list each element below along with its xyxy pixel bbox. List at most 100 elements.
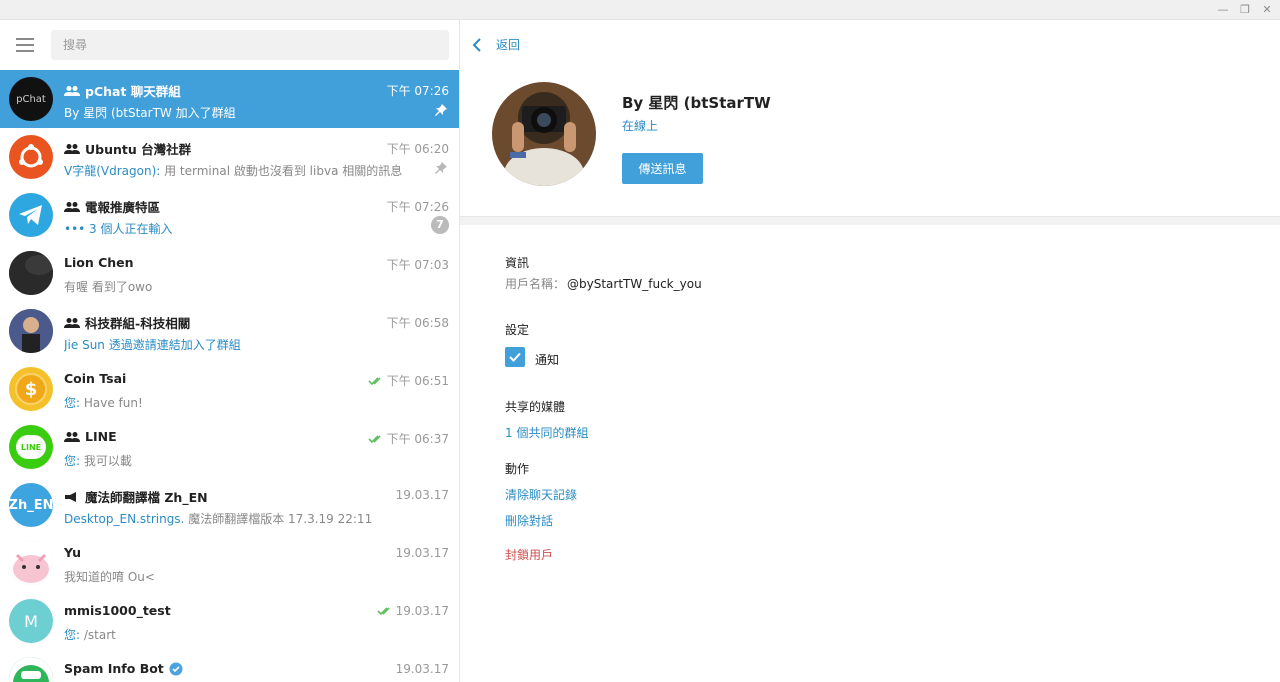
chat-avatar: M xyxy=(9,599,53,643)
message-sender: ••• 3 個人正在輸入 xyxy=(64,222,173,236)
message-preview: 魔法師翻譯檔版本 17.3.19 22:11 xyxy=(184,512,373,526)
close-button[interactable]: ✕ xyxy=(1258,2,1276,18)
chat-time: 下午 07:26 xyxy=(386,200,449,214)
send-message-button[interactable]: 傳送訊息 xyxy=(622,153,703,184)
block-user-link[interactable]: 封鎖用戶 xyxy=(505,546,553,563)
message-preview: By 星閃 (btStarTW 加入了群組 xyxy=(64,106,236,120)
chat-time: 下午 06:37 xyxy=(368,430,449,447)
message-sender: 您: xyxy=(64,396,81,410)
chat-list-item[interactable]: Spam Info Bot 19.03.17 xyxy=(0,650,459,682)
chat-list-toolbar xyxy=(0,20,459,70)
message-preview: 我知道的唷 Ou< xyxy=(64,570,155,584)
menu-icon[interactable] xyxy=(16,38,34,52)
notifications-checkbox[interactable] xyxy=(505,347,525,367)
chat-avatar: Zh_EN xyxy=(9,483,53,527)
notifications-label: 通知 xyxy=(535,353,560,367)
coin-icon: $ xyxy=(15,373,47,405)
back-arrow-icon xyxy=(472,37,481,52)
profile-photo xyxy=(492,82,596,186)
chat-time: 19.03.17 xyxy=(395,662,449,676)
ubuntu-logo-icon xyxy=(19,144,43,168)
group-icon xyxy=(64,431,80,442)
chat-name: Ubuntu 台灣社群 xyxy=(64,139,191,158)
chat-avatar xyxy=(9,657,53,682)
message-preview: 我可以載 xyxy=(80,454,132,468)
read-checkmarks-icon xyxy=(368,376,381,385)
telegram-logo-icon xyxy=(19,205,42,225)
chat-time: 19.03.17 xyxy=(376,604,449,618)
chat-last-message: Jie Sun 透過邀請連結加入了群組 xyxy=(64,336,424,353)
chat-list: pChat pChat 聊天群組 下午 07:26 By 星閃 (btStarT… xyxy=(0,70,459,682)
chat-avatar: $ xyxy=(9,367,53,411)
chat-last-message: 有喔 看到了owo xyxy=(64,278,424,295)
group-icon xyxy=(64,317,80,328)
chat-name: 魔法師翻譯檔 Zh_EN xyxy=(64,487,208,506)
chat-list-item[interactable]: Yu 19.03.17 我知道的唷 Ou< xyxy=(0,534,459,592)
message-preview: Have fun! xyxy=(80,396,143,410)
chat-time: 下午 06:51 xyxy=(368,372,449,389)
chat-name: 電報推廣特區 xyxy=(64,197,160,216)
chat-avatar: LINE xyxy=(9,425,53,469)
profile-name: By 星閃 (btStarTW xyxy=(622,94,771,112)
message-sender: Jie Sun 透過邀請連結加入了群組 xyxy=(64,338,241,352)
chat-list-item[interactable]: pChat pChat 聊天群組 下午 07:26 By 星閃 (btStarT… xyxy=(0,70,459,128)
chat-time: 19.03.17 xyxy=(395,546,449,560)
back-button[interactable]: 返回 xyxy=(472,36,520,53)
profile-avatar[interactable] xyxy=(492,82,596,186)
chat-list-item[interactable]: Zh_EN 魔法師翻譯檔 Zh_EN 19.03.17 Desktop_EN.s… xyxy=(0,476,459,534)
message-sender: 您: xyxy=(64,628,81,642)
checkmark-icon xyxy=(509,352,521,362)
chat-list-item[interactable]: M mmis1000_test 19.03.17 您: /start xyxy=(0,592,459,650)
chat-name: mmis1000_test xyxy=(64,603,171,618)
read-checkmarks-icon xyxy=(376,607,390,616)
message-preview: /start xyxy=(80,628,116,642)
pin-icon xyxy=(435,162,447,174)
message-sender: V字龍(Vdragon): xyxy=(64,164,161,178)
chat-name: 科技群組-科技相關 xyxy=(64,313,190,332)
chat-last-message: 您: Have fun! xyxy=(64,394,424,411)
unread-badge: 7 xyxy=(431,216,449,234)
chat-list-item[interactable]: $ Coin Tsai 下午 06:51 您: Have fun! xyxy=(0,360,459,418)
actions-section-title: 動作 xyxy=(505,462,530,476)
chat-last-message: Desktop_EN.strings. 魔法師翻譯檔版本 17.3.19 22:… xyxy=(64,510,424,527)
line-logo-icon: LINE xyxy=(16,435,46,459)
username-label: 用戶名稱： xyxy=(505,277,566,291)
back-label: 返回 xyxy=(496,38,521,52)
bot-avatar-icon xyxy=(9,657,53,682)
online-status: 在線上 xyxy=(622,119,659,133)
chat-time: 下午 07:26 xyxy=(386,84,449,98)
chat-list-item[interactable]: 電報推廣特區 下午 07:26 ••• 3 個人正在輸入 7 xyxy=(0,186,459,244)
chat-time: 下午 06:20 xyxy=(386,142,449,156)
chat-list-item[interactable]: 科技群組-科技相關 下午 06:58 Jie Sun 透過邀請連結加入了群組 xyxy=(0,302,459,360)
message-preview: 用 terminal 啟動也沒看到 libva 相關的訊息 xyxy=(160,164,403,178)
title-bar: — ❐ ✕ xyxy=(0,0,1280,20)
delete-chat-link[interactable]: 刪除對話 xyxy=(505,512,553,529)
avatar-photo xyxy=(9,309,53,353)
minimize-button[interactable]: — xyxy=(1214,2,1232,18)
chat-last-message: 您: /start xyxy=(64,626,424,643)
group-icon xyxy=(64,143,80,154)
verified-icon xyxy=(169,662,183,675)
clear-history-link[interactable]: 清除聊天記錄 xyxy=(505,486,577,503)
group-icon xyxy=(64,85,80,96)
chat-avatar xyxy=(9,135,53,179)
avatar-photo xyxy=(9,541,53,585)
chat-last-message: By 星閃 (btStarTW 加入了群組 xyxy=(64,104,424,121)
chat-avatar xyxy=(9,251,53,295)
message-preview: 有喔 看到了owo xyxy=(64,280,153,294)
restore-button[interactable]: ❐ xyxy=(1236,2,1254,18)
chat-name: Spam Info Bot xyxy=(64,661,183,676)
message-sender: Desktop_EN.strings. xyxy=(64,512,185,526)
chat-name: LINE xyxy=(64,429,117,444)
chat-list-item[interactable]: LINE LINE 下午 06:37 您: 我可以載 xyxy=(0,418,459,476)
message-sender: 您: xyxy=(64,454,81,468)
profile-panel: 返回 By 星閃 (btStarTW 在線上 傳送訊息 資訊 用戶名稱： @byS… xyxy=(460,20,1280,682)
search-input[interactable] xyxy=(51,30,449,60)
common-groups-link[interactable]: 1 個共同的群組 xyxy=(505,424,588,441)
chat-list-item[interactable]: Lion Chen 下午 07:03 有喔 看到了owo xyxy=(0,244,459,302)
read-checkmarks-icon xyxy=(368,434,381,443)
chat-name: pChat 聊天群組 xyxy=(64,81,181,100)
chat-list-item[interactable]: Ubuntu 台灣社群 下午 06:20 V字龍(Vdragon): 用 ter… xyxy=(0,128,459,186)
chat-last-message: ••• 3 個人正在輸入 xyxy=(64,220,424,237)
pin-icon xyxy=(435,104,447,116)
